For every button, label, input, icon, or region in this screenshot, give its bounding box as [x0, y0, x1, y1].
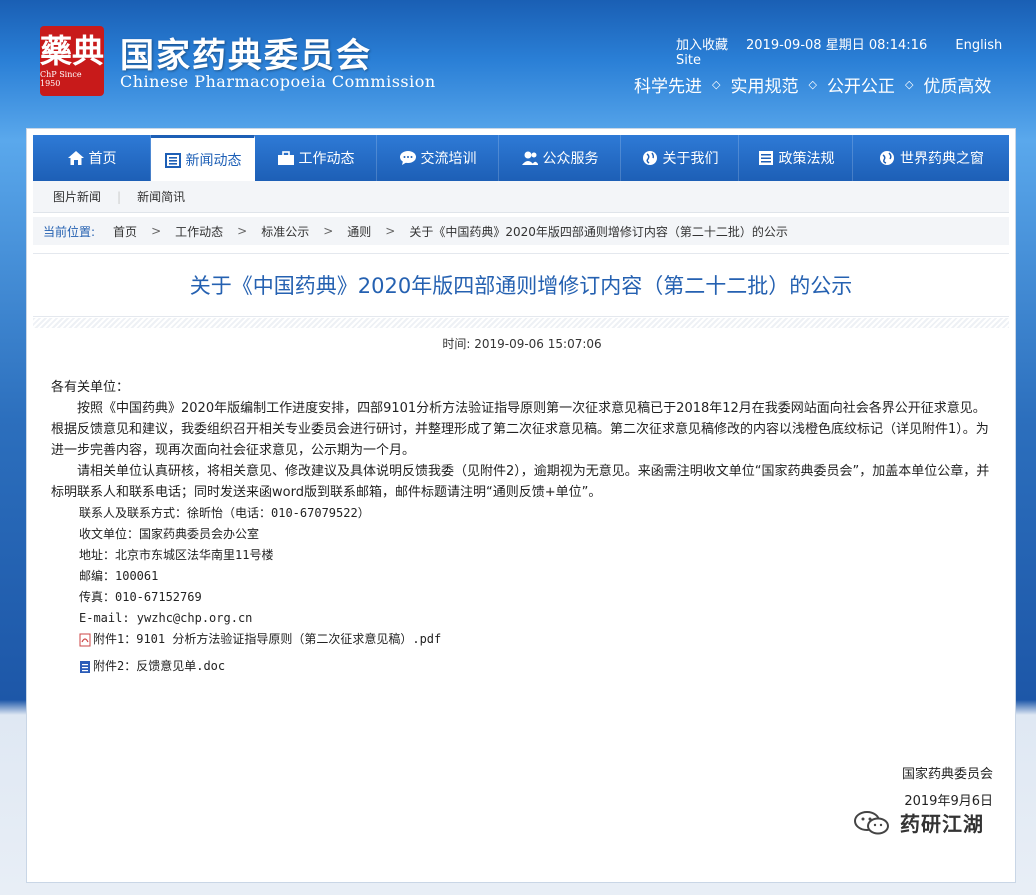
title-divider: [33, 318, 1009, 328]
nav-label: 世界药典之窗: [900, 151, 984, 167]
nav-item-work[interactable]: 工作动态: [255, 135, 377, 181]
slogan: 优质高效: [923, 77, 992, 97]
pdf-icon: [79, 633, 91, 647]
watermark: 药研江湖: [852, 808, 984, 837]
slogans: 科学先进 ◇ 实用规范 ◇ 公开公正 ◇ 优质高效: [634, 72, 991, 97]
article-time: 时间: 2019-09-06 15:07:06: [442, 337, 602, 351]
subnav-item-brief-news[interactable]: 新闻简讯: [121, 188, 201, 205]
briefcase-icon: [277, 150, 295, 166]
address: 地址：北京市东城区法华南里11号楼: [79, 548, 274, 562]
slogan: 实用规范: [730, 77, 799, 97]
nav-label: 关于我们: [662, 151, 719, 167]
fax: 传真：010-67152769: [79, 590, 202, 604]
receiver: 收文单位：国家药典委员会办公室: [79, 527, 260, 541]
nav-item-home[interactable]: 首页: [33, 135, 151, 181]
breadcrumb-item[interactable]: 标准公示: [261, 223, 309, 240]
globe-icon: [641, 150, 659, 166]
attachment-1-link[interactable]: 附件1：9101 分析方法验证指导原则（第二次征求意见稿）.pdf: [51, 629, 991, 650]
nav-label: 工作动态: [298, 151, 355, 167]
attachment-2-label: 附件2：反馈意见单.doc: [93, 659, 226, 673]
article-title: 关于《中国药典》2020年版四部通则增修订内容（第二十二批）的公示: [189, 274, 853, 298]
article-title-box: 关于《中国药典》2020年版四部通则增修订内容（第二十二批）的公示: [33, 253, 1009, 317]
home-icon: [67, 150, 85, 166]
nav-item-world[interactable]: 世界药典之窗: [853, 135, 1009, 181]
signature-block: 国家药典委员会 2019年9月6日: [902, 761, 993, 815]
nav-label: 首页: [88, 151, 117, 167]
logo-glyph: 藥典: [40, 31, 105, 70]
slogan-separator: ◇: [712, 78, 721, 91]
slogan: 公开公正: [826, 77, 895, 97]
paragraph: 按照《中国药典》2020年版编制工作进度安排，四部9101分析方法验证指导原则第…: [51, 401, 989, 458]
main-nav: 首页 新闻动态 工作动态 交流培训 公众服务 关于我们 政策法规 世界药典之窗: [33, 135, 1009, 181]
attachment-2-link[interactable]: 附件2：反馈意见单.doc: [51, 656, 991, 677]
slogan-separator: ◇: [808, 78, 817, 91]
doc-icon: [79, 660, 91, 674]
breadcrumb-item[interactable]: 工作动态: [175, 223, 223, 240]
sub-nav: 图片新闻 | 新闻简讯: [33, 181, 1009, 213]
slogan-separator: ◇: [904, 78, 914, 91]
breadcrumb-label: 当前位置:: [43, 224, 96, 239]
nav-label: 政策法规: [778, 151, 835, 167]
breadcrumb-item[interactable]: 首页: [113, 223, 137, 240]
site-name-cn[interactable]: 国家药典委员会: [120, 28, 372, 77]
nav-item-policy[interactable]: 政策法规: [739, 135, 853, 181]
salutation: 各有关单位：: [51, 380, 130, 395]
bookmark-link[interactable]: 加入收藏: [676, 38, 728, 53]
email: E-mail: ywzhc@chp.org.cn: [79, 611, 253, 625]
header-datetime: 2019-09-08 星期日 08:14:16: [746, 38, 928, 53]
subnav-item-photo-news[interactable]: 图片新闻: [33, 188, 117, 205]
breadcrumb: 当前位置: 首页 > 工作动态 > 标准公示 > 通则 > 关于《中国药典》20…: [33, 217, 1009, 245]
nav-label: 公众服务: [542, 151, 599, 167]
contact-person: 联系人及联系方式：徐昕怡（电话：010-67079522）: [79, 506, 370, 520]
breadcrumb-sep: >: [385, 224, 396, 238]
nav-item-training[interactable]: 交流培训: [377, 135, 499, 181]
site-header: 藥典 ChP Since 1950 国家药典委员会 Chinese Pharma…: [0, 0, 1036, 130]
breadcrumb-current[interactable]: 关于《中国药典》2020年版四部通则增修订内容（第二十二批）的公示: [409, 223, 788, 240]
breadcrumb-item[interactable]: 通则: [347, 223, 371, 240]
breadcrumb-sep: >: [323, 224, 334, 238]
article-body: 各有关单位： 按照《中国药典》2020年版编制工作进度安排，四部9101分析方法…: [51, 377, 991, 677]
news-icon: [164, 152, 182, 168]
nav-item-news[interactable]: 新闻动态: [151, 135, 255, 181]
slogan: 科学先进: [634, 77, 702, 97]
nav-label: 新闻动态: [185, 152, 242, 169]
logo-since: ChP Since 1950: [40, 69, 82, 88]
breadcrumb-sep: >: [237, 224, 248, 238]
people-icon: [521, 150, 539, 166]
logo-seal[interactable]: 藥典 ChP Since 1950: [40, 26, 104, 96]
attachment-1-label: 附件1：9101 分析方法验证指导原则（第二次征求意见稿）.pdf: [93, 632, 442, 646]
main-panel: 首页 新闻动态 工作动态 交流培训 公众服务 关于我们 政策法规 世界药典之窗: [26, 128, 1016, 883]
breadcrumb-sep: >: [151, 224, 162, 238]
nav-label: 交流培训: [420, 151, 477, 167]
list-icon: [757, 150, 775, 166]
nav-item-public[interactable]: 公众服务: [499, 135, 621, 181]
world-icon: [878, 150, 896, 166]
nav-item-about[interactable]: 关于我们: [621, 135, 739, 181]
top-links: 加入收藏 2019-09-08 星期日 08:14:16 English Site: [676, 34, 1036, 68]
postcode: 邮编：100061: [79, 569, 159, 583]
chat-icon: [399, 150, 417, 166]
watermark-text: 药研江湖: [900, 812, 984, 836]
wechat-icon: [852, 809, 892, 837]
site-name-en: Chinese Pharmacopoeia Commission: [120, 72, 436, 91]
signer: 国家药典委员会: [901, 767, 993, 782]
paragraph: 请相关单位认真研核，将相关意见、修改建议及具体说明反馈我委（见附件2），逾期视为…: [51, 464, 990, 500]
